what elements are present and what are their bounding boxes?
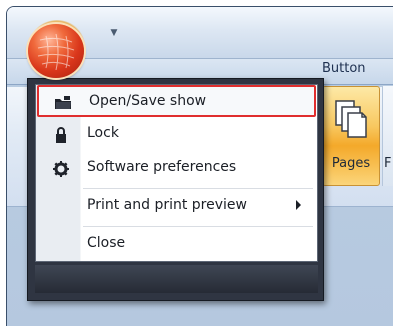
quick-access-dropdown-icon[interactable]: ▼ [107,27,121,39]
menu-item-label: Open/Save show [89,93,207,109]
application-menu-panel: Open/Save show Lock Software preferences… [35,84,318,262]
application-menu: Open/Save show Lock Software preferences… [27,78,324,301]
menu-item-close[interactable]: Close [37,229,316,261]
next-ribbon-label: F [384,156,392,171]
application-menu-footer [35,265,318,293]
menu-separator [83,226,313,227]
menu-item-label: Software preferences [87,159,237,175]
menu-item-software-preferences[interactable]: Software preferences [37,153,316,185]
menu-item-print[interactable]: Print and print preview [37,191,316,223]
folder-icon [55,96,71,109]
lock-icon [56,127,66,143]
menu-item-label: Print and print preview [87,197,247,213]
pages-label: Pages [331,156,371,171]
orb-logo-icon [37,34,75,70]
menu-separator [83,188,313,189]
menu-item-lock[interactable]: Lock [37,119,316,151]
menu-item-label: Lock [87,125,119,141]
gear-icon [53,161,69,177]
tab-button[interactable]: Button [316,58,372,80]
menu-item-open-save[interactable]: Open/Save show [37,85,316,117]
submenu-arrow-icon [296,200,301,210]
next-ribbon-button[interactable] [382,86,393,186]
pages-icon [335,100,367,138]
menu-item-label: Close [87,235,126,251]
